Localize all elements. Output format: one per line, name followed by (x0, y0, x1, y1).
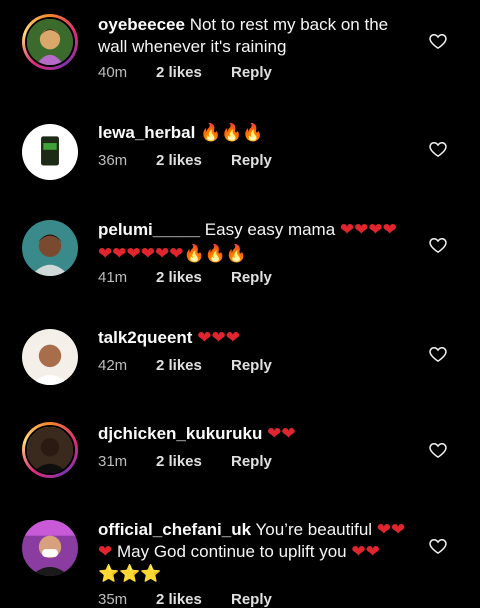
comment-likes[interactable]: 2 likes (156, 152, 231, 169)
like-button[interactable] (428, 536, 448, 556)
reply-button[interactable]: Reply (231, 357, 272, 374)
avatar-image (22, 520, 78, 576)
heart-outline-icon (429, 346, 447, 362)
comment-emoji: 🔥🔥🔥 (200, 123, 264, 143)
comment-likes[interactable]: 2 likes (156, 453, 231, 470)
comment-likes[interactable]: 2 likes (156, 591, 231, 608)
reply-button[interactable]: Reply (231, 453, 272, 470)
comment-username[interactable]: official_chefani_uk (98, 520, 251, 539)
comment-meta: 36m 2 likes Reply (98, 152, 272, 169)
avatar[interactable] (22, 422, 78, 478)
avatar-image (22, 220, 78, 276)
avatar[interactable] (22, 220, 78, 276)
comment-text: Easy easy mama (204, 220, 336, 239)
reply-button[interactable]: Reply (231, 152, 272, 169)
comment-body: oyebeecee Not to rest my back on the wal… (98, 14, 410, 58)
avatar[interactable] (22, 329, 78, 385)
heart-outline-icon (429, 237, 447, 253)
comment-emoji: ❤❤ (267, 424, 296, 444)
comment-time: 42m (98, 357, 128, 374)
comment-meta: 41m 2 likes Reply (98, 269, 272, 286)
comment-username[interactable]: talk2queent (98, 328, 192, 347)
avatar-image (22, 329, 78, 385)
comment-username[interactable]: oyebeecee (98, 15, 185, 34)
like-button[interactable] (428, 235, 448, 255)
heart-outline-icon (429, 33, 447, 49)
comment-meta: 40m 2 likes Reply (98, 64, 272, 81)
comment-time: 35m (98, 591, 128, 608)
comment-meta: 42m 2 likes Reply (98, 357, 272, 374)
comment-time: 40m (98, 64, 128, 81)
reply-button[interactable]: Reply (231, 269, 272, 286)
comment-body: pelumi_____ Easy easy mama ❤❤❤❤❤❤❤❤❤❤🔥🔥🔥 (98, 218, 410, 266)
avatar-image (27, 19, 73, 65)
like-button[interactable] (428, 344, 448, 364)
comment-likes[interactable]: 2 likes (156, 269, 231, 286)
reply-button[interactable]: Reply (231, 64, 272, 81)
comment-text-continued: May God continue to uplift you (116, 542, 347, 561)
comment-body: lewa_herbal 🔥🔥🔥 (98, 122, 410, 144)
comment-body: djchicken_kukuruku ❤❤ (98, 423, 410, 445)
like-button[interactable] (428, 31, 448, 51)
avatar-image (22, 124, 78, 180)
comment-likes[interactable]: 2 likes (156, 64, 231, 81)
comment-time: 41m (98, 269, 128, 286)
avatar[interactable] (22, 520, 78, 576)
comment-body: talk2queent ❤❤❤ (98, 327, 410, 349)
avatar[interactable] (22, 124, 78, 180)
like-button[interactable] (428, 139, 448, 159)
heart-outline-icon (429, 141, 447, 157)
comment-username[interactable]: lewa_herbal (98, 123, 195, 142)
comment-username[interactable]: djchicken_kukuruku (98, 424, 262, 443)
comment-time: 36m (98, 152, 128, 169)
comment-username[interactable]: pelumi_____ (98, 220, 200, 239)
heart-outline-icon (429, 442, 447, 458)
avatar-image (27, 427, 73, 473)
comment-likes[interactable]: 2 likes (156, 357, 231, 374)
comment-meta: 35m 2 likes Reply (98, 591, 272, 608)
comment-time: 31m (98, 453, 128, 470)
reply-button[interactable]: Reply (231, 591, 272, 608)
comment-meta: 31m 2 likes Reply (98, 453, 272, 470)
comment-body: official_chefani_uk You’re beautiful ❤❤❤… (98, 519, 410, 585)
comment-text: You’re beautiful (255, 520, 373, 539)
heart-outline-icon (429, 538, 447, 554)
like-button[interactable] (428, 440, 448, 460)
comment-emoji: ❤❤❤ (197, 328, 240, 348)
avatar[interactable] (22, 14, 78, 70)
